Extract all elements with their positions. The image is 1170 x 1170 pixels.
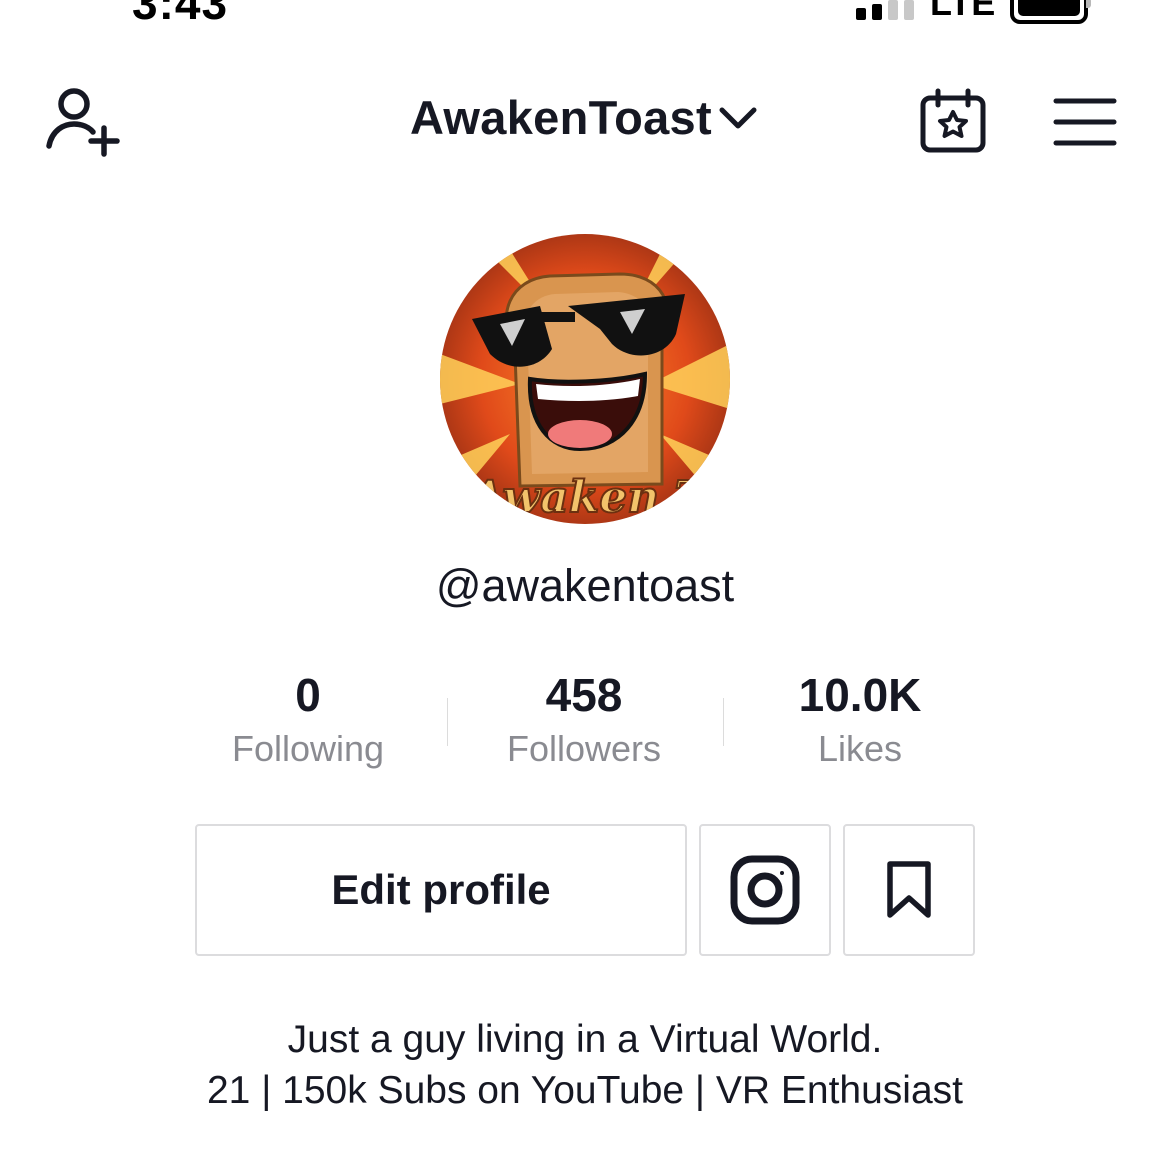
bookmark-icon	[887, 861, 931, 918]
add-user-button[interactable]	[42, 86, 122, 158]
signal-icon	[856, 0, 914, 20]
status-time: 3:43	[132, 0, 229, 29]
avatar[interactable]: Awaken Toa	[440, 234, 730, 524]
stat-value: 10.0K	[798, 669, 922, 721]
hamburger-menu-icon	[1053, 98, 1117, 146]
bio-line: 21 | 150k Subs on YouTube | VR Enthusias…	[206, 1069, 963, 1112]
avatar-image: Awaken Toa	[440, 234, 730, 524]
bio-line: Just a guy living in a Virtual World.	[287, 1018, 883, 1061]
battery-icon	[1010, 0, 1088, 24]
stat-followers[interactable]: 458 Followers	[454, 668, 714, 770]
add-user-icon	[46, 88, 120, 157]
username-handle: @awakentoast	[435, 560, 735, 611]
stat-label: Following	[231, 728, 385, 769]
bookmarks-button[interactable]	[843, 824, 975, 956]
account-switcher[interactable]: AwakenToast	[410, 90, 758, 145]
stat-value: 0	[295, 669, 321, 721]
stat-divider	[447, 698, 448, 746]
stat-label: Likes	[817, 728, 903, 769]
calendar-star-icon	[920, 88, 986, 153]
menu-button[interactable]	[1052, 96, 1118, 148]
calendar-button[interactable]	[918, 88, 988, 154]
stat-following[interactable]: 0 Following	[178, 668, 438, 770]
instagram-icon	[730, 855, 800, 925]
stat-label: Followers	[506, 728, 662, 769]
stat-value: 458	[545, 669, 623, 721]
battery-tip	[1086, 0, 1091, 8]
edit-profile-button[interactable]: Edit profile	[195, 824, 687, 956]
page-title: AwakenToast	[410, 91, 712, 144]
instagram-button[interactable]	[699, 824, 831, 956]
avatar-logo-text: Awaken Toa	[466, 472, 730, 523]
network-type: LTE	[930, 0, 996, 23]
chevron-down-icon	[719, 107, 757, 128]
stat-likes[interactable]: 10.0K Likes	[730, 668, 990, 770]
stat-divider	[723, 698, 724, 746]
